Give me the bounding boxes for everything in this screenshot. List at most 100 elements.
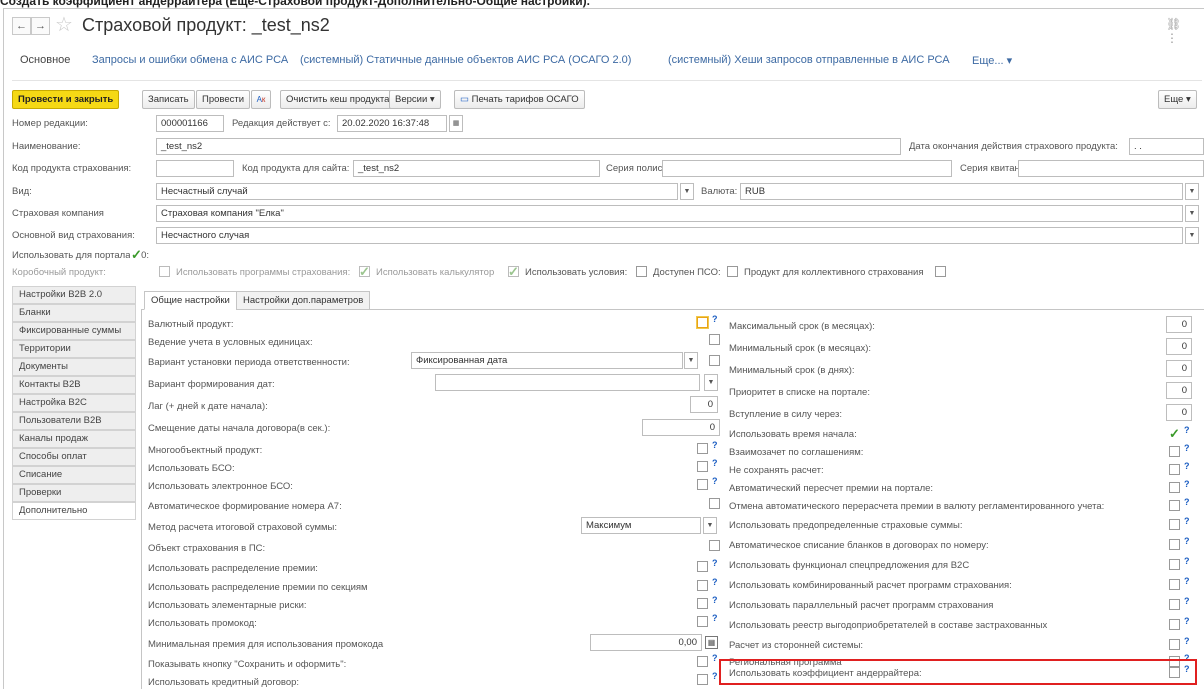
liability-period-checkbox[interactable] bbox=[709, 355, 720, 366]
company-field[interactable]: Страховая компания "Елка" bbox=[156, 205, 1183, 222]
link-rsa-errors[interactable]: Запросы и ошибки обмена с АИС РСА bbox=[92, 54, 288, 66]
priority-field[interactable]: 0 bbox=[1166, 382, 1192, 399]
end-date-field[interactable]: . . bbox=[1129, 138, 1204, 155]
offset-field[interactable]: 0 bbox=[642, 419, 720, 436]
print-tariffs-button[interactable]: ▭ Печать тарифов ОСАГО bbox=[454, 90, 585, 109]
save-button[interactable]: Записать bbox=[142, 90, 195, 109]
sidebar-item-writeoff[interactable]: Списание bbox=[12, 466, 136, 484]
help-icon[interactable]: ? bbox=[712, 595, 718, 605]
currency-field[interactable]: RUB bbox=[740, 183, 1183, 200]
help-icon[interactable]: ? bbox=[712, 558, 718, 568]
sidebar-item-checks[interactable]: Проверки bbox=[12, 484, 136, 502]
predef-sums-checkbox[interactable] bbox=[1169, 519, 1180, 530]
help-icon[interactable]: ? bbox=[1184, 443, 1190, 453]
auto-a7-checkbox[interactable] bbox=[709, 498, 720, 509]
sidebar-item-b2c[interactable]: Настройка B2C bbox=[12, 394, 136, 412]
save-button-show-checkbox[interactable] bbox=[697, 656, 708, 667]
effective-date-field[interactable]: 20.02.2020 16:37:48 bbox=[337, 115, 447, 132]
help-icon[interactable]: ? bbox=[1184, 536, 1190, 546]
currency-dropdown-icon[interactable]: ▼ bbox=[1185, 183, 1199, 200]
help-icon[interactable]: ? bbox=[712, 653, 718, 663]
favorite-star-icon[interactable]: ☆ bbox=[55, 12, 73, 37]
help-icon[interactable]: ? bbox=[712, 671, 718, 681]
boxed-checkbox[interactable] bbox=[159, 266, 170, 277]
sidebar-item-blanks[interactable]: Бланки bbox=[12, 304, 136, 322]
clear-cache-button[interactable]: Очистить кеш продукта bbox=[280, 90, 396, 109]
elementary-risks-checkbox[interactable] bbox=[697, 598, 708, 609]
beneficiaries-checkbox[interactable] bbox=[1169, 619, 1180, 630]
tab-general[interactable]: Общие настройки bbox=[144, 291, 237, 310]
sidebar-item-documents[interactable]: Документы bbox=[12, 358, 136, 376]
premium-dist-sections-checkbox[interactable] bbox=[697, 580, 708, 591]
link-more[interactable]: Еще... ▾ bbox=[972, 54, 1012, 67]
kind-field[interactable]: Несчастный случай bbox=[156, 183, 678, 200]
effective-after-field[interactable]: 0 bbox=[1166, 404, 1192, 421]
auto-recalc-checkbox[interactable] bbox=[1169, 482, 1180, 493]
sidebar-item-additional[interactable]: Дополнительно bbox=[12, 502, 136, 520]
multi-object-checkbox[interactable] bbox=[697, 443, 708, 454]
credit-checkbox[interactable] bbox=[697, 674, 708, 685]
calculator-icon[interactable]: ▦ bbox=[705, 636, 718, 649]
help-icon[interactable]: ? bbox=[712, 440, 718, 450]
liability-period-field[interactable]: Фиксированная дата bbox=[411, 352, 683, 369]
main-kind-field[interactable]: Несчастного случая bbox=[156, 227, 1183, 244]
forward-button[interactable]: → bbox=[31, 17, 50, 35]
help-icon[interactable]: ? bbox=[712, 458, 718, 468]
sidebar-item-channels[interactable]: Каналы продаж bbox=[12, 430, 136, 448]
conditional-units-checkbox[interactable] bbox=[709, 334, 720, 345]
b2c-func-checkbox[interactable] bbox=[1169, 559, 1180, 570]
start-time-check-icon[interactable]: ✓ bbox=[1169, 427, 1180, 440]
use-ebso-checkbox[interactable] bbox=[697, 479, 708, 490]
link-main[interactable]: Основное bbox=[20, 54, 70, 66]
tab-extra-params[interactable]: Настройки доп.параметров bbox=[236, 291, 371, 310]
sidebar-item-fixed-sums[interactable]: Фиксированные суммы bbox=[12, 322, 136, 340]
help-icon[interactable]: ? bbox=[1184, 461, 1190, 471]
help-icon[interactable]: ? bbox=[712, 476, 718, 486]
help-icon[interactable]: ? bbox=[712, 577, 718, 587]
sidebar-item-users[interactable]: Пользователи B2B bbox=[12, 412, 136, 430]
underwriter-coef-checkbox[interactable] bbox=[1169, 667, 1180, 678]
help-icon[interactable]: ? bbox=[1184, 497, 1190, 507]
help-icon[interactable]: ? bbox=[1184, 576, 1190, 586]
sidebar-item-contacts[interactable]: Контакты B2B bbox=[12, 376, 136, 394]
help-icon[interactable]: ? bbox=[1184, 425, 1190, 435]
link-icon[interactable]: ⛓ bbox=[1166, 17, 1181, 31]
help-icon[interactable]: ? bbox=[1184, 636, 1190, 646]
min-term-months-field[interactable]: 0 bbox=[1166, 338, 1192, 355]
post-and-close-button[interactable]: Провести и закрыть bbox=[12, 90, 120, 109]
company-dropdown-icon[interactable]: ▼ bbox=[1185, 205, 1199, 222]
product-code-field[interactable] bbox=[156, 160, 234, 177]
date-formation-dropdown-icon[interactable]: ▼ bbox=[704, 374, 718, 391]
collective-checkbox[interactable] bbox=[935, 266, 946, 277]
min-term-days-field[interactable]: 0 bbox=[1166, 360, 1192, 377]
sidebar-item-payments[interactable]: Способы оплат bbox=[12, 448, 136, 466]
site-code-field[interactable]: _test_ns2 bbox=[353, 160, 600, 177]
link-osago-static[interactable]: (системный) Статичные данные объектов АИ… bbox=[300, 54, 631, 66]
sidebar-item-territories[interactable]: Территории bbox=[12, 340, 136, 358]
min-premium-field[interactable]: 0,00 bbox=[590, 634, 702, 651]
help-icon[interactable]: ? bbox=[712, 314, 718, 324]
receipt-series-field[interactable] bbox=[1018, 160, 1204, 177]
premium-dist-checkbox[interactable] bbox=[697, 561, 708, 572]
menu-icon[interactable]: ⋮ bbox=[1166, 31, 1178, 45]
currency-product-checkbox[interactable] bbox=[697, 317, 708, 328]
name-field[interactable]: _test_ns2 bbox=[156, 138, 901, 155]
lag-field[interactable]: 0 bbox=[690, 396, 718, 413]
liability-period-dropdown-icon[interactable]: ▼ bbox=[684, 352, 698, 369]
auto-writeoff-checkbox[interactable] bbox=[1169, 539, 1180, 550]
policy-series-field[interactable] bbox=[662, 160, 952, 177]
help-icon[interactable]: ? bbox=[1184, 556, 1190, 566]
promo-checkbox[interactable] bbox=[697, 616, 708, 627]
rev-number-field[interactable]: 000001166 bbox=[156, 115, 224, 132]
external-calc-checkbox[interactable] bbox=[1169, 639, 1180, 650]
combined-calc-checkbox[interactable] bbox=[1169, 579, 1180, 590]
back-button[interactable]: ← bbox=[12, 17, 31, 35]
sum-method-dropdown-icon[interactable]: ▼ bbox=[703, 517, 717, 534]
help-icon[interactable]: ? bbox=[1184, 596, 1190, 606]
no-save-calc-checkbox[interactable] bbox=[1169, 464, 1180, 475]
help-icon[interactable]: ? bbox=[712, 613, 718, 623]
help-icon[interactable]: ? bbox=[1184, 516, 1190, 526]
sidebar-item-b2b-settings[interactable]: Настройки B2B 2.0 bbox=[12, 286, 136, 304]
help-icon[interactable]: ? bbox=[1184, 616, 1190, 626]
translate-icon[interactable]: Aк bbox=[251, 90, 271, 109]
